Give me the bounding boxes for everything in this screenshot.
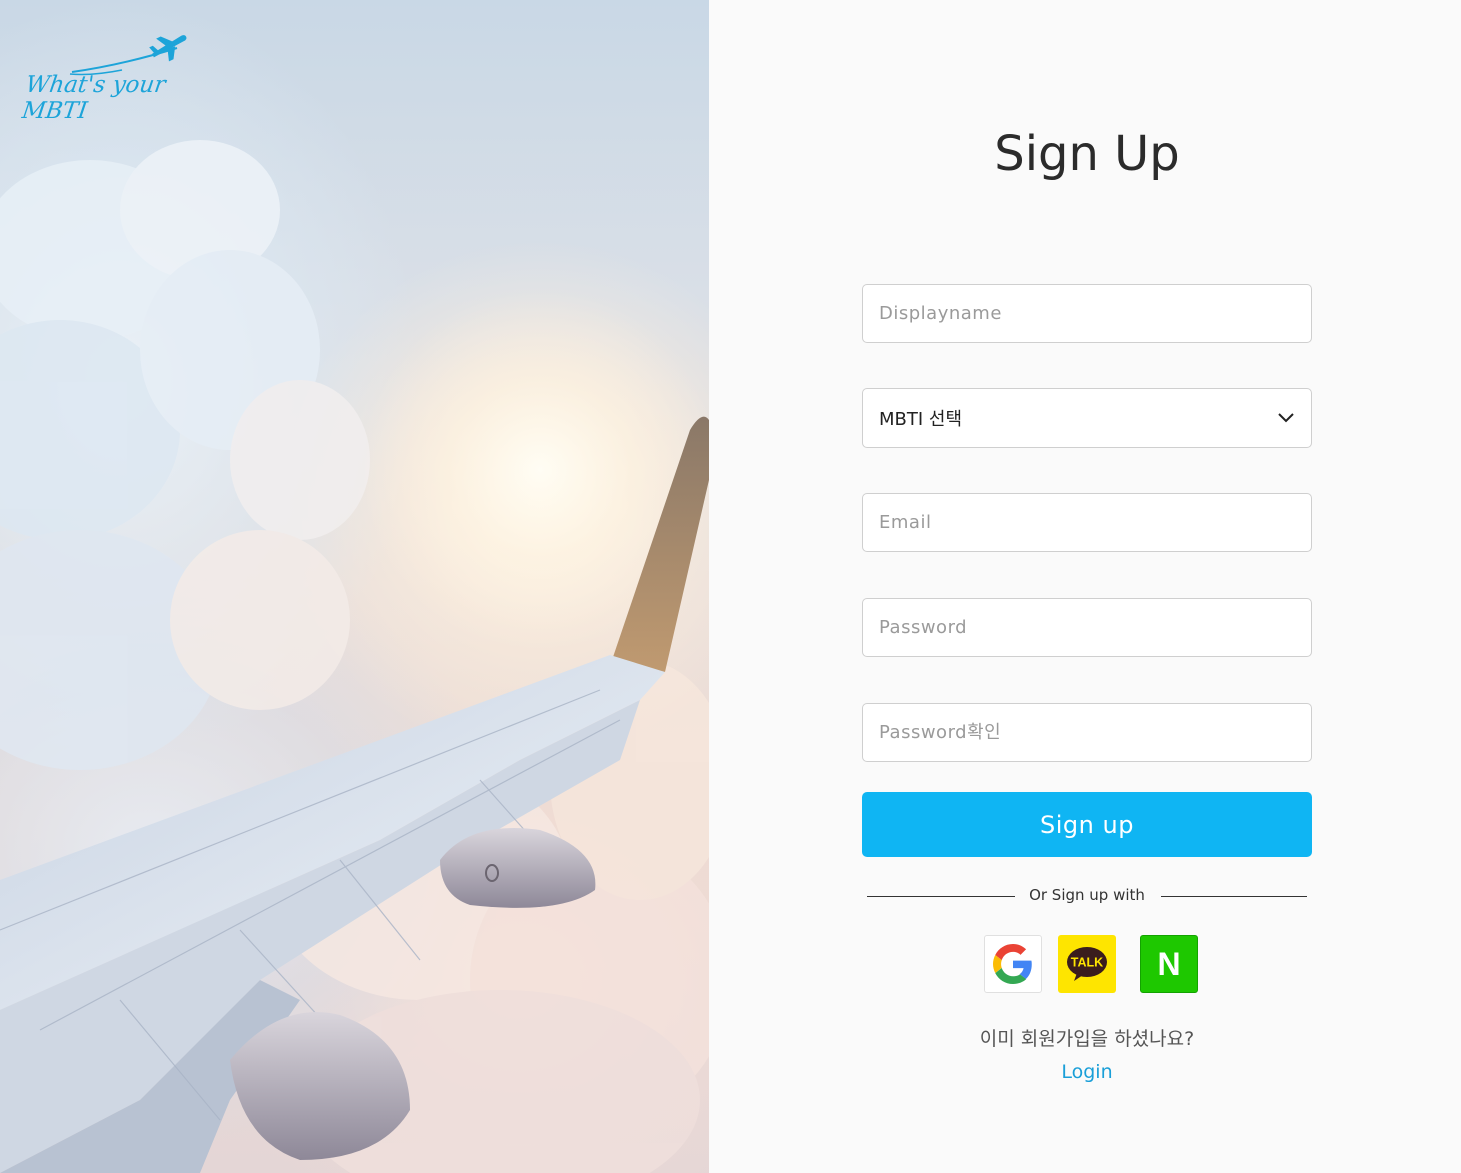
divider-line-right [1161, 896, 1307, 897]
displayname-input[interactable] [862, 284, 1312, 343]
kakao-signup-button[interactable]: TALK [1058, 935, 1116, 993]
signup-button[interactable]: Sign up [862, 792, 1312, 857]
already-member-text: 이미 회원가입을 하셨나요? [979, 1028, 1195, 1050]
brand-logo-text: What's your MBTI [20, 72, 168, 124]
kakao-talk-icon: TALK [1067, 947, 1107, 981]
login-link[interactable]: Login [709, 1061, 1461, 1083]
divider-text: Or Sign up with [1029, 886, 1145, 904]
password-input[interactable] [862, 598, 1312, 657]
google-signup-button[interactable] [984, 935, 1042, 993]
naver-letter: N [1157, 949, 1180, 979]
airplane-wing-illustration [0, 0, 709, 1173]
page-title: Sign Up [994, 126, 1180, 182]
email-input[interactable] [862, 493, 1312, 552]
naver-icon: N [1157, 949, 1180, 979]
password-confirm-input[interactable] [862, 703, 1312, 762]
mbti-select-value: MBTI 선택 [879, 409, 963, 430]
chevron-down-icon [1278, 413, 1294, 423]
brand-logo[interactable]: What's your MBTI [20, 30, 222, 124]
signup-panel: Sign Up MBTI 선택 Sign up Or Sign up with … [709, 0, 1461, 1173]
kakao-talk-label: TALK [1071, 956, 1103, 970]
naver-signup-button[interactable]: N [1140, 935, 1198, 993]
social-divider: Or Sign up with [867, 883, 1307, 909]
mbti-select[interactable]: MBTI 선택 [862, 388, 1312, 448]
google-icon [993, 944, 1032, 984]
hero-image: What's your MBTI [0, 0, 709, 1173]
